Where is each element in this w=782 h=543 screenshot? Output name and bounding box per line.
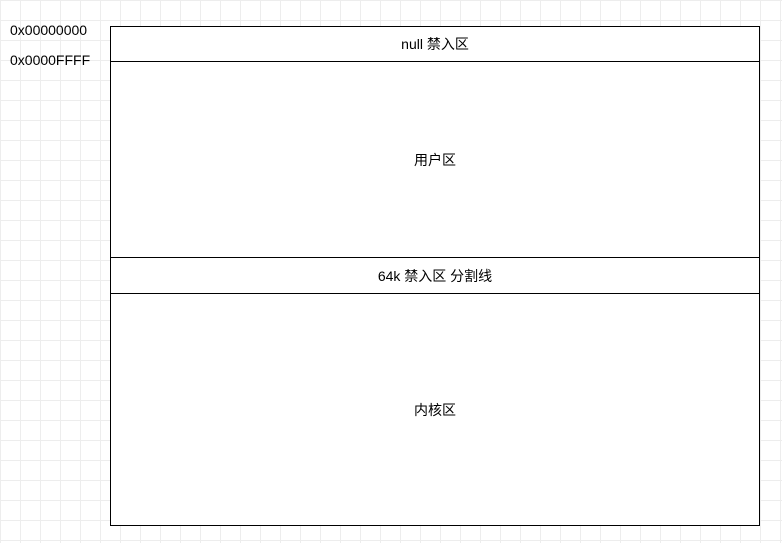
region-null-label: null 禁入区 — [401, 34, 469, 54]
region-kernel-label: 内核区 — [414, 400, 456, 420]
memory-layout-diagram: null 禁入区 用户区 64k 禁入区 分割线 内核区 — [110, 26, 760, 526]
region-user-label: 用户区 — [414, 150, 456, 170]
address-label-start: 0x00000000 — [10, 22, 87, 38]
region-divider: 64k 禁入区 分割线 — [111, 258, 759, 294]
region-kernel: 内核区 — [111, 294, 759, 525]
region-divider-label: 64k 禁入区 分割线 — [378, 266, 492, 286]
region-user: 用户区 — [111, 62, 759, 258]
address-label-ffff: 0x0000FFFF — [10, 52, 90, 68]
region-null: null 禁入区 — [111, 27, 759, 62]
